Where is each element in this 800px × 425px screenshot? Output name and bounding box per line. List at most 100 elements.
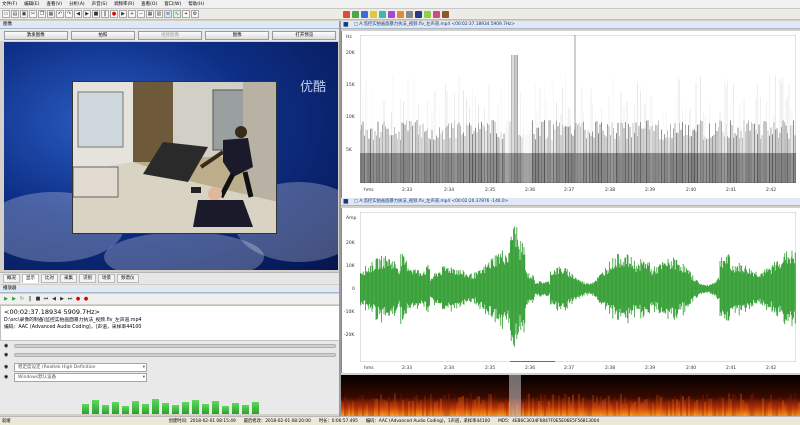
output-device-select[interactable]: 稳定度设定 (Realtek High Definition ▾ [14, 363, 147, 372]
pause-icon[interactable]: ‖ [27, 296, 33, 302]
meter-bar [212, 401, 219, 414]
grid-icon[interactable]: ▦ [146, 10, 154, 18]
wave-icon[interactable]: ∿ [173, 10, 181, 18]
cut-icon[interactable]: ✂ [29, 10, 37, 18]
balance-slider[interactable] [14, 353, 336, 357]
chart-icon[interactable]: ▥ [155, 10, 163, 18]
color-icon-blue[interactable] [361, 10, 368, 18]
y-label-unit: Hz [346, 35, 352, 40]
menu-frequency[interactable]: 调频率(R) [114, 1, 134, 7]
redo-icon[interactable]: ↷ [65, 10, 73, 18]
rewind-icon[interactable]: ◀ [51, 296, 57, 302]
video-image-button[interactable]: 视频图像 [137, 30, 202, 40]
y-label: -10K [344, 310, 355, 315]
meter-bar [132, 401, 139, 414]
forward-icon[interactable]: ▶ [119, 10, 127, 18]
next-icon[interactable]: ⏭ [67, 296, 73, 302]
player-sliders: ◉ ◉ [0, 341, 340, 361]
forward-icon[interactable]: ▶ [59, 296, 65, 302]
loop-icon[interactable]: ↻ [19, 296, 25, 302]
play-icon-alt[interactable]: ▶ [11, 296, 17, 302]
zoom-in-icon[interactable]: + [128, 10, 136, 18]
spectrogram-view[interactable]: Hz 20K 15K 10K 5K hms 2:33 2:34 2:35 2:3… [341, 31, 800, 198]
capture-image-button[interactable]: 激发图像 [3, 30, 68, 40]
video-player[interactable]: 优酷 [4, 42, 338, 270]
open-preview-button[interactable]: 打开预览 [272, 30, 337, 40]
menu-file[interactable]: 文件(F) [2, 1, 17, 7]
settings-icon[interactable]: ⚙ [191, 10, 199, 18]
tab-recognize[interactable]: 识别 [79, 274, 96, 283]
color-icon-pink[interactable] [433, 10, 440, 18]
menu-view[interactable]: 查看(V) [46, 1, 62, 7]
pause-icon[interactable]: ‖ [101, 10, 109, 18]
color-icon-orange[interactable] [397, 10, 404, 18]
tab-spectrum[interactable]: 频谱仪 [117, 274, 139, 283]
save-icon[interactable]: ▣ [20, 10, 28, 18]
zoom-out-icon[interactable]: − [137, 10, 145, 18]
stop-icon[interactable]: ■ [92, 10, 100, 18]
record-stop-icon[interactable]: ● [83, 296, 89, 302]
x-label: 2:38 [605, 188, 616, 193]
meter-bar [182, 402, 189, 414]
play-icon[interactable]: ▶ [83, 10, 91, 18]
copy-icon[interactable]: ❐ [38, 10, 46, 18]
color-icon-navy[interactable] [415, 10, 422, 18]
menu-view2[interactable]: 查看(O) [141, 1, 157, 7]
status-created: 创建时间：2018-02-01 08:15:49 [168, 419, 236, 424]
tab-compare[interactable]: 比对 [41, 274, 58, 283]
menu-analyze[interactable]: 分析(A) [69, 1, 85, 7]
x-label: 2:33 [402, 366, 413, 371]
record-icon[interactable]: ● [75, 296, 81, 302]
meter-bar [202, 404, 209, 414]
color-icon-purple[interactable] [388, 10, 395, 18]
meter-bar [152, 399, 159, 414]
menu-window[interactable]: 窗口(W) [164, 1, 181, 7]
color-icon-gray[interactable] [406, 10, 413, 18]
open-folder-icon[interactable]: ▤ [11, 10, 19, 18]
volume-slider[interactable] [14, 344, 336, 348]
color-icon-lime[interactable] [424, 10, 431, 18]
waveform-title: □ A:监控实拍画面暴力执法_视频.flv_左声道.mp4 <00:02:20.… [341, 198, 800, 206]
tab-display[interactable]: 显示 [22, 274, 39, 283]
new-file-icon[interactable]: ▭ [2, 10, 10, 18]
x-label: 2:36 [525, 366, 536, 371]
input-device-select[interactable]: Windows默认设备 ▾ [14, 373, 147, 382]
color-icon-red[interactable] [343, 10, 350, 18]
undo-icon[interactable]: ↶ [56, 10, 64, 18]
menu-edit[interactable]: 编辑(E) [24, 1, 39, 7]
tab-scene[interactable]: 场景 [98, 274, 115, 283]
menu-sound[interactable]: 声音(S) [92, 1, 107, 7]
meter-bar [172, 405, 179, 414]
x-label: 2:33 [402, 188, 413, 193]
status-ready: 就绪 [2, 419, 11, 424]
image-panel-buttons: 激发图像 拍照 视频图像 图像 打开预览 [0, 29, 340, 41]
color-icon-green[interactable] [352, 10, 359, 18]
record-icon[interactable]: ● [110, 10, 118, 18]
overview-spectrum-strip[interactable] [341, 375, 800, 416]
tab-overview[interactable]: 概况 [3, 274, 20, 283]
chevron-down-icon: ▾ [142, 365, 145, 370]
play-icon[interactable]: ▶ [3, 296, 9, 302]
marker-icon[interactable]: ⌖ [182, 10, 190, 18]
color-icon-teal[interactable] [379, 10, 386, 18]
image-button[interactable]: 图像 [205, 30, 270, 40]
color-icon-yellow[interactable] [370, 10, 377, 18]
color-icon-brown[interactable] [442, 10, 449, 18]
x-label: 2:35 [485, 366, 496, 371]
status-duration: 时长：0:06:57.495 [318, 419, 358, 424]
snapshot-button[interactable]: 拍照 [70, 30, 135, 40]
stop-icon[interactable]: ■ [35, 296, 41, 302]
left-tabs: 概况 显示 比对 采集 识别 场景 频谱仪 [0, 272, 340, 284]
paste-icon[interactable]: ▦ [47, 10, 55, 18]
x-label: 2:42 [766, 188, 777, 193]
rewind-icon[interactable]: ◀ [74, 10, 82, 18]
meter-bar [82, 404, 89, 414]
waveform-view[interactable]: Amp 20K 10K 0 -10K -20K hms 2:33 2:34 2:… [341, 208, 800, 373]
tab-capture[interactable]: 采集 [60, 274, 77, 283]
status-md5: MD5：4EB6C3034F6847F0E5E06E5F56813004 [498, 419, 600, 424]
menu-help[interactable]: 帮助(H) [188, 1, 204, 7]
previous-icon[interactable]: ⏮ [43, 296, 49, 302]
video-watermark: 优酷 [299, 80, 326, 95]
spectrum-icon[interactable]: ≋ [164, 10, 172, 18]
y-label: 15K [346, 83, 355, 88]
